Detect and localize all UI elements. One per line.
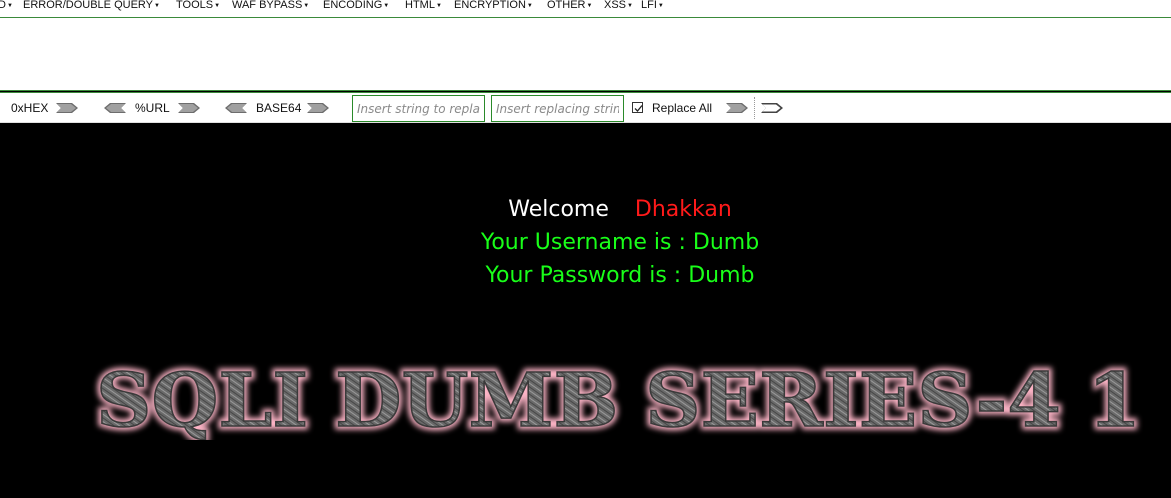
encode-hex-arrow-icon[interactable] — [56, 102, 79, 114]
replace-all-label: Replace All — [652, 101, 713, 115]
menu-encryption-label: ENCRYPTION — [454, 0, 526, 11]
dropdown-caret-icon: ▼ — [303, 3, 310, 9]
dropdown-caret-icon: ▼ — [526, 3, 533, 9]
menu-tools[interactable]: TOOLS▼ — [176, 0, 220, 12]
svg-text:SQLI DUMB SERIES-4 1: SQLI DUMB SERIES-4 1 — [96, 360, 1141, 440]
hackbar-toolbar: 0xHEX %URL BASE64 Replace All — [0, 92, 1171, 123]
replace-all-checkbox[interactable] — [632, 102, 643, 113]
menu-encryption[interactable]: ENCRYPTION▼ — [454, 0, 533, 12]
menu-html[interactable]: HTML▼ — [405, 0, 442, 12]
decode-base64-arrow-icon[interactable] — [224, 102, 247, 114]
menu-d[interactable]: D▼ — [0, 0, 13, 12]
url-textarea[interactable] — [0, 18, 1171, 91]
replace-string-input[interactable] — [491, 95, 624, 122]
welcome-user-name: Dhakkan — [634, 197, 732, 222]
encode-url-arrow-icon[interactable] — [178, 102, 201, 114]
menu-lfi-label: LFI — [641, 0, 657, 11]
dropdown-caret-icon: ▼ — [154, 3, 160, 9]
find-string-input[interactable] — [352, 95, 485, 122]
menu-error-double-query-label: ERROR/DOUBLE QUERY — [23, 0, 153, 11]
replace-execute-arrow-icon[interactable] — [726, 102, 749, 114]
dropdown-caret-icon: ▼ — [383, 3, 390, 9]
menu-encoding[interactable]: ENCODING▼ — [323, 0, 389, 12]
toolbar-divider — [754, 97, 755, 119]
dropdown-caret-icon: ▼ — [6, 3, 13, 9]
menu-xss-label: XSS — [604, 0, 627, 11]
decode-url-arrow-icon[interactable] — [103, 102, 126, 114]
dropdown-caret-icon: ▼ — [586, 3, 593, 9]
menu-waf-bypass[interactable]: WAF BYPASS▼ — [232, 0, 309, 12]
url-encode-label: %URL — [135, 101, 170, 115]
hackbar-menu-bar: D▼ ERROR/DOUBLE QUERY▼ TOOLS▼ WAF BYPASS… — [0, 0, 1171, 18]
menu-other-label: OTHER — [547, 0, 586, 11]
menu-html-label: HTML — [405, 0, 435, 11]
hex-encode-label: 0xHEX — [11, 101, 49, 115]
welcome-label: Welcome — [508, 197, 609, 222]
dropdown-caret-icon: ▼ — [214, 3, 221, 9]
dropdown-caret-icon: ▼ — [627, 3, 633, 9]
menu-d-label: D — [0, 0, 6, 11]
menu-error-double-query[interactable]: ERROR/DOUBLE QUERY▼ — [23, 0, 160, 12]
menu-other[interactable]: OTHER▼ — [547, 0, 592, 12]
dropdown-caret-icon: ▼ — [435, 3, 442, 9]
sqli-dumb-series-banner-image: SQLI DUMB SERIES-4 1 SQLI DUMB SERIES-4 … — [93, 360, 1145, 440]
welcome-line: Welcome Dhakkan — [0, 197, 1171, 223]
checkmark-icon — [634, 105, 643, 112]
encode-base64-arrow-icon[interactable] — [307, 102, 330, 114]
password-message: Your Password is : Dumb — [485, 263, 755, 288]
menu-lfi[interactable]: LFI▼ — [641, 0, 664, 12]
menu-tools-label: TOOLS — [176, 0, 214, 11]
menu-waf-bypass-label: WAF BYPASS — [232, 0, 303, 11]
username-message: Your Username is : Dumb — [480, 230, 760, 255]
menu-encoding-label: ENCODING — [323, 0, 383, 11]
menu-xss[interactable]: XSS▼ — [604, 0, 633, 12]
base64-encode-label: BASE64 — [256, 101, 302, 115]
toolbar-overflow-arrow-icon[interactable] — [761, 102, 784, 114]
dropdown-caret-icon: ▼ — [657, 3, 664, 9]
browser-viewport: D▼ ERROR/DOUBLE QUERY▼ TOOLS▼ WAF BYPASS… — [0, 0, 1171, 498]
